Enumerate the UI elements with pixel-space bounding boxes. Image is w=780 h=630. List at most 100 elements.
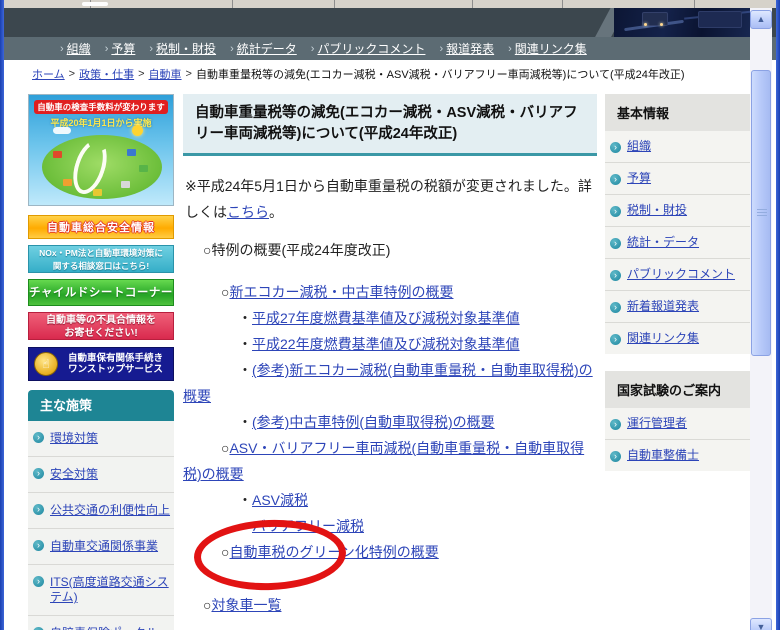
sidebar-link-統計・データ[interactable]: 統計・データ [627,235,699,249]
page-root: ›組織›予算›税制・財投›統計データ›パブリックコメント›報道発表›関連リンク集… [0,0,780,630]
arrow-bullet-icon: › [610,334,621,345]
arrow-bullet-icon: › [610,238,621,249]
nav-link-報道発表[interactable]: 報道発表 [446,40,494,57]
sidebar-menu-item: ›自賠責保険ポータル [28,615,174,630]
chevron-icon: › [60,43,64,55]
child-seat-banner[interactable]: チャイルドシートコーナー [28,279,174,306]
oss-banner-line1: 自動車保有関係手続き [58,353,173,365]
nav-link-関連リンク集[interactable]: 関連リンク集 [515,40,587,57]
page-title: 自動車重量税等の減免(エコカー減税・ASV減税・バリアフリー車両減税等)について… [183,94,597,156]
nav-link-予算[interactable]: 予算 [111,40,135,57]
arrow-bullet-icon: › [33,540,44,551]
list-bullet: ・ [238,310,252,326]
kochira-link[interactable]: こちら [227,204,269,220]
sidebar-link-新着報道発表[interactable]: 新着報道発表 [627,299,699,313]
arrow-bullet-icon: › [33,504,44,515]
notice-suffix: 。 [269,204,283,220]
toc-item: ・平成27年度燃費基準値及び減税対象基準値 [183,305,597,331]
nav-item: ›組織 [60,40,91,57]
nav-link-組織[interactable]: 組織 [67,40,91,57]
nav-link-パブリックコメント[interactable]: パブリックコメント [317,40,425,57]
sidebar-link-税制・財投[interactable]: 税制・財投 [627,203,687,217]
oss-banner-line2: ワンストップサービス [58,364,173,376]
scrollbar-up-button[interactable]: ▲ [750,10,772,29]
one-stop-service-banner[interactable]: ☝ 自動車保有関係手続き ワンストップサービス [28,347,174,381]
inspection-banner-title: 自動車の検査手数料が変わります [34,100,168,114]
sidebar-link-自動車整備士[interactable]: 自動車整備士 [627,448,699,462]
arrow-bullet-icon: › [610,142,621,153]
left-sidebar: 自動車の検査手数料が変わります 平成20年1月1日から実施 自動車総合安全情報 … [28,94,174,630]
main-measures-header: 主な施策 [28,390,174,421]
section-body: ›組織›予算›税制・財投›統計・データ›パブリックコメント›新着報道発表›関連リ… [605,131,758,354]
sidebar-link-自動車交通関係事業[interactable]: 自動車交通関係事業 [50,539,158,553]
breadcrumb-separator: > [138,68,144,80]
sidebar-menu-item: ›パブリックコメント [605,258,758,290]
sidebar-link-関連リンク集[interactable]: 関連リンク集 [627,331,699,345]
toc-item: ○特例の概要(平成24年度改正) [183,237,597,263]
sidebar-menu-item: ›自動車整備士 [605,439,758,471]
toc-link[interactable]: ASV減税 [252,492,308,508]
global-nav: ›組織›予算›税制・財投›統計データ›パブリックコメント›報道発表›関連リンク集 [4,37,776,60]
toc-link[interactable]: ASV・バリアフリー車両減税(自動車重量税・自動車取得税)の概要 [183,440,584,482]
toc-item: ○新エコカー減税・中古車特例の概要 [183,279,597,305]
sun-illustration [132,125,143,136]
main-measures-menu: ›環境対策›安全対策›公共交通の利便性向上›自動車交通関係事業›ITS(高度道路… [28,421,174,630]
sidebar-link-パブリックコメント[interactable]: パブリックコメント [627,267,735,281]
breadcrumb-link-自動車[interactable]: 自動車 [149,66,182,82]
main-content: 自動車重量税等の減免(エコカー減税・ASV減税・バリアフリー車両減税等)について… [183,94,597,630]
sidebar-link-公共交通の利便性向上[interactable]: 公共交通の利便性向上 [50,503,170,517]
sidebar-link-安全対策[interactable]: 安全対策 [50,467,98,481]
toc-item: ・(参考)中古車特例(自動車取得税)の概要 [183,409,597,435]
sidebar-menu-item: › 新着報道発表 [605,290,758,322]
arrow-bullet-icon: › [610,302,621,313]
vertical-scrollbar[interactable]: ▲ ▼ [750,8,772,630]
arrow-bullet-icon: › [33,468,44,479]
tab-divider [694,0,695,8]
nav-item: ›統計データ [230,40,297,57]
sidebar-menu-item: › 自動車交通関係事業 [28,528,174,564]
breadcrumb-link-ホーム[interactable]: ホーム [32,66,65,82]
sidebar-link-予算[interactable]: 予算 [627,171,651,185]
tax-change-notice: ※平成24年5月1日から自動車重量税の税額が変更されました。詳しくはこちら。 [185,173,595,225]
toc-link[interactable]: 平成27年度燃費基準値及び減税対象基準値 [252,310,520,326]
sidebar-link-運行管理者[interactable]: 運行管理者 [627,416,687,430]
defect-banner-line2: お寄せください! [29,327,173,340]
nav-link-税制・財投[interactable]: 税制・財投 [156,40,216,57]
toc-link[interactable]: 新エコカー減税・中古車特例の概要 [229,284,453,300]
nox-pm-banner-line1: NOx・PM法と自動車環境対策に [29,247,173,260]
list-bullet: ・ [238,492,252,508]
scrollbar-down-button[interactable]: ▼ [750,618,772,630]
scrollbar-grip [757,209,767,217]
arrow-bullet-icon: › [610,419,621,430]
sidebar-link-自賠責保険ポータル[interactable]: 自賠責保険ポータル [50,626,158,630]
inspection-fee-banner[interactable]: 自動車の検査手数料が変わります 平成20年1月1日から実施 [28,94,174,206]
sidebar-link-組織[interactable]: 組織 [627,139,651,153]
toc-link[interactable]: 自動車税のグリーン化特例の概要 [229,544,438,560]
arrow-bullet-icon: › [610,174,621,185]
sidebar-menu-item: › 運行管理者 [605,408,758,439]
sidebar-menu-item: ›環境対策 [28,421,174,456]
nox-pm-banner[interactable]: NOx・PM法と自動車環境対策に 関する相談窓口はこちら! [28,245,174,273]
toc-link[interactable]: (参考)中古車特例(自動車取得税)の概要 [252,414,495,430]
breadcrumb-link-政策・仕事[interactable]: 政策・仕事 [79,66,134,82]
toc-link[interactable]: 平成22年度燃費基準値及び減税対象基準値 [252,336,520,352]
toc-link[interactable]: 対象車一覧 [211,597,281,613]
table-of-contents: ○特例の概要(平成24年度改正)○新エコカー減税・中古車特例の概要・平成27年度… [183,237,597,630]
scrollbar-thumb[interactable] [751,70,771,356]
window-border-right [776,0,780,630]
chevron-icon: › [508,43,512,55]
breadcrumb-current: 自動車重量税等の減免(エコカー減税・ASV減税・バリアフリー車両減税等)について… [196,66,685,82]
cloud-illustration [53,127,71,134]
cutoff-text-fragment [82,2,108,6]
browser-top-strip [4,0,776,8]
site-header-band [4,8,776,37]
toc-link[interactable]: バリアフリー減税 [252,518,364,534]
safety-info-banner[interactable]: 自動車総合安全情報 [28,215,174,239]
sidebar-link-ITS(高度道路交通システム)[interactable]: ITS(高度道路交通システム) [50,575,169,604]
section-gap [605,354,758,371]
section-header-基本情報: 基本情報 [605,94,758,131]
sidebar-link-環境対策[interactable]: 環境対策 [50,431,98,445]
nav-link-統計データ[interactable]: 統計データ [237,40,297,57]
defect-report-banner[interactable]: 自動車等の不具合情報を お寄せください! [28,312,174,340]
chevron-icon: › [105,43,109,55]
